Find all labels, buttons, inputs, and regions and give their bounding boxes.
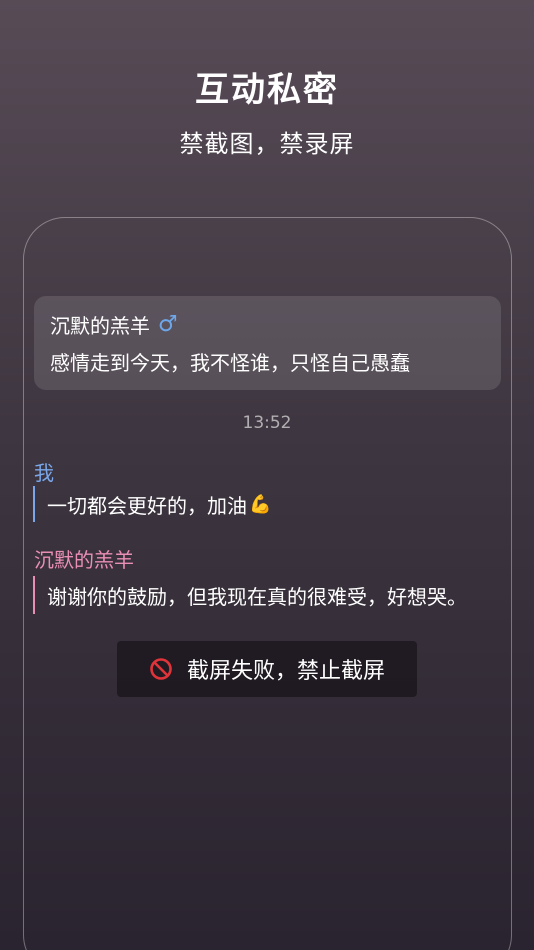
notification-card[interactable]: 沉默的羔羊 ♂ 感情走到今天，我不怪谁，只怪自己愚蠢 <box>34 296 501 390</box>
toast-text: 截屏失败，禁止截屏 <box>186 659 385 684</box>
screenshot-failed-toast: 截屏失败，禁止截屏 <box>117 641 417 697</box>
sender-label-me: 我 <box>34 461 54 485</box>
message-bubble-other[interactable]: 谢谢你的鼓励，但我现在真的很难受，好想哭。 <box>33 576 467 614</box>
notification-sender-name: 沉默的羔羊 <box>50 314 150 338</box>
male-icon: ♂ <box>158 311 178 337</box>
message-text: 谢谢你的鼓励，但我现在真的很难受，好想哭。 <box>47 584 467 609</box>
message-text: 一切都会更好的，加油 <box>47 493 247 518</box>
sender-label-other: 沉默的羔羊 <box>34 548 134 572</box>
page-title: 互动私密 <box>195 70 339 110</box>
flexed-biceps-icon: 💪 <box>249 493 272 515</box>
page-subtitle: 禁截图，禁录屏 <box>179 130 355 158</box>
prohibited-icon <box>150 658 172 680</box>
notification-name-row: 沉默的羔羊 ♂ <box>50 310 485 339</box>
message-bubble-me[interactable]: 一切都会更好的，加油 💪 <box>33 486 271 522</box>
notification-message: 感情走到今天，我不怪谁，只怪自己愚蠢 <box>50 351 410 375</box>
chat-timestamp: 13:52 <box>242 413 292 433</box>
